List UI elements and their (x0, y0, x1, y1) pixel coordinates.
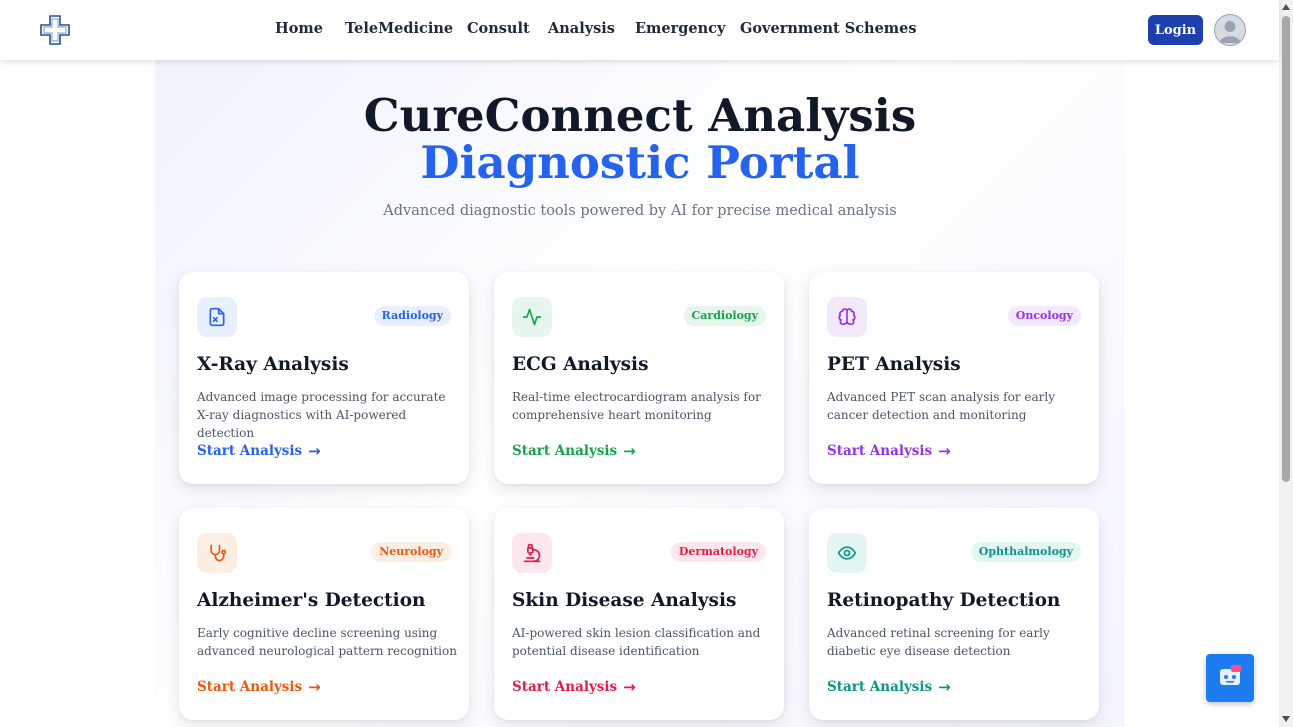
card-description: Early cognitive decline screening using … (197, 626, 457, 658)
category-badge: Oncology (1007, 306, 1081, 326)
category-badge: Radiology (373, 306, 451, 326)
arrow-right-icon: → (623, 678, 636, 696)
top-navigation-bar: Home TeleMedicine Consult Analysis Emerg… (0, 0, 1279, 60)
start-analysis-link[interactable]: Start Analysis → (512, 442, 636, 460)
nav-analysis[interactable]: Analysis (548, 20, 615, 37)
login-button[interactable]: Login (1148, 15, 1203, 45)
nav-government-schemes[interactable]: Government Schemes (740, 20, 917, 37)
nav-emergency[interactable]: Emergency (635, 20, 725, 37)
page-subtitle: Diagnostic Portal (420, 136, 860, 189)
cta-label: Start Analysis (197, 679, 303, 695)
card-title: Retinopathy Detection (827, 590, 1061, 611)
category-badge: Neurology (371, 542, 451, 562)
nav-home[interactable]: Home (275, 20, 323, 37)
scrollbar-thumb[interactable] (1282, 16, 1290, 482)
cta-label: Start Analysis (512, 443, 618, 459)
card-title: X-Ray Analysis (197, 354, 349, 375)
cta-label: Start Analysis (827, 679, 933, 695)
cta-label: Start Analysis (827, 443, 933, 459)
arrow-right-icon: → (623, 442, 636, 460)
arrow-right-icon: → (938, 678, 951, 696)
category-badge: Ophthalmology (970, 542, 1081, 562)
card-description: Advanced image processing for accurate X… (197, 390, 446, 440)
start-analysis-link[interactable]: Start Analysis → (197, 442, 321, 460)
card-alzheimers-detection[interactable]: Neurology Alzheimer's Detection Early co… (179, 508, 469, 720)
heartbeat-icon (512, 297, 552, 337)
category-badge: Cardiology (683, 306, 766, 326)
arrow-right-icon: → (308, 442, 321, 460)
nav-consult[interactable]: Consult (467, 20, 530, 37)
eye-icon (827, 533, 867, 573)
arrow-right-icon: → (938, 442, 951, 460)
card-title: ECG Analysis (512, 354, 649, 375)
scroll-up-arrow-icon[interactable] (1282, 4, 1290, 10)
card-description: Real-time electrocardiogram analysis for… (512, 390, 761, 422)
card-retinopathy-detection[interactable]: Ophthalmology Retinopathy Detection Adva… (809, 508, 1099, 720)
cta-label: Start Analysis (512, 679, 618, 695)
card-description: Advanced PET scan analysis for early can… (827, 390, 1056, 422)
card-description: AI-powered skin lesion classification an… (512, 626, 761, 658)
card-title: Skin Disease Analysis (512, 590, 737, 611)
card-title: PET Analysis (827, 354, 961, 375)
arrow-right-icon: → (308, 678, 321, 696)
start-analysis-link[interactable]: Start Analysis → (827, 678, 951, 696)
medical-cross-logo-icon[interactable] (39, 14, 71, 46)
page-title: CureConnect Analysis (363, 89, 917, 142)
nav-telemedicine[interactable]: TeleMedicine (345, 20, 453, 37)
scroll-down-arrow-icon[interactable] (1282, 716, 1290, 722)
start-analysis-link[interactable]: Start Analysis → (827, 442, 951, 460)
xray-file-icon (197, 297, 237, 337)
user-avatar-icon[interactable] (1214, 14, 1246, 46)
card-title: Alzheimer's Detection (197, 590, 426, 611)
cta-label: Start Analysis (197, 443, 303, 459)
start-analysis-link[interactable]: Start Analysis → (512, 678, 636, 696)
card-xray-analysis[interactable]: Radiology X-Ray Analysis Advanced image … (179, 272, 469, 484)
card-ecg-analysis[interactable]: Cardiology ECG Analysis Real-time electr… (494, 272, 784, 484)
microscope-icon (512, 533, 552, 573)
category-badge: Dermatology (670, 542, 766, 562)
card-pet-analysis[interactable]: Oncology PET Analysis Advanced PET scan … (809, 272, 1099, 484)
chatbot-button[interactable] (1206, 654, 1254, 702)
start-analysis-link[interactable]: Start Analysis → (197, 678, 321, 696)
robot-icon (1217, 663, 1243, 693)
card-skin-disease-analysis[interactable]: Dermatology Skin Disease Analysis AI-pow… (494, 508, 784, 720)
page-description: Advanced diagnostic tools powered by AI … (383, 203, 897, 219)
stethoscope-icon (197, 533, 237, 573)
card-description: Advanced retinal screening for early dia… (827, 626, 1050, 658)
brain-icon (827, 297, 867, 337)
